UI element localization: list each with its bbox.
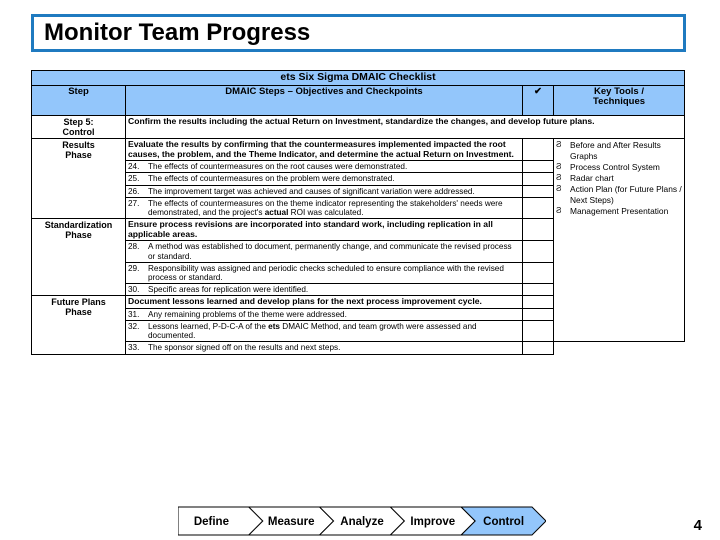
list-item: Ϩ Process Control System <box>556 162 682 173</box>
key-tools-list: Ϩ Before and After Results Graphs Ϩ Proces… <box>556 140 682 218</box>
page-title: Monitor Team Progress <box>44 19 311 46</box>
key-tools-header-line2: Techniques <box>592 96 646 108</box>
checkpoint-29: 29. Responsibility was assigned and perio… <box>125 261 523 285</box>
table-caption: ets Six Sigma DMAIC Checklist <box>30 70 686 86</box>
step-objective: Confirm the results including the actual… <box>124 114 686 139</box>
dmaic-chevron-label: Improve <box>410 516 455 528</box>
key-tool-label: Management Presentation <box>570 206 669 217</box>
page-title-box: Monitor Team Progress <box>31 14 686 52</box>
dmaic-chevron-label: Control <box>483 516 524 528</box>
checkbox-cell[interactable] <box>522 137 554 162</box>
dmaic-checklist-table: ets Six Sigma DMAIC Checklist Step DMAIC… <box>30 70 686 355</box>
checkpoint-text: Specific areas for replication were iden… <box>148 285 309 295</box>
list-item: Ϩ Radar chart <box>556 173 682 184</box>
dmaic-chevron-label: Analyze <box>340 516 383 528</box>
list-item: Ϩ Before and After Results Graphs <box>556 140 682 162</box>
phase-label-line1: Standardization <box>44 220 113 231</box>
checkpoint-text: The effects of countermeasures on the ro… <box>148 162 408 172</box>
emphasis: ets <box>268 322 280 332</box>
key-tool-label: Process Control System <box>570 162 660 173</box>
step-label-line1: Step 5: <box>63 116 94 127</box>
phase-label-line2: Phase <box>65 307 92 318</box>
checkpoint-26: 26. The improvement target was achieved a… <box>125 184 523 198</box>
checkpoint-28: 28. A method was established to document,… <box>125 240 523 263</box>
checkpoint-number: 27. <box>128 198 140 208</box>
checkpoint-number: 26. <box>128 186 140 196</box>
checkbox-cell[interactable] <box>522 160 554 174</box>
phase-label-future-plans: Future Plans Phase <box>31 295 126 355</box>
bullet-icon: Ϩ <box>556 184 562 194</box>
checkpoint-25: 25. The effects of countermeasures on the… <box>125 172 523 186</box>
checkpoint-number: 24. <box>128 162 140 172</box>
list-item: Ϩ Action Plan (for Future Plans / Next St… <box>556 184 682 206</box>
dmaic-phase-strip: Define Measure Analyze Improve Control <box>178 505 546 537</box>
checkpoint-text: The sponsor signed off on the results an… <box>148 343 341 353</box>
checkbox-cell[interactable] <box>522 341 554 355</box>
page-number: 4 <box>693 517 702 534</box>
dmaic-chevron-label: Measure <box>268 516 315 528</box>
checkbox-cell[interactable] <box>522 184 554 198</box>
checkpoint-30: 30. Specific areas for replication were i… <box>125 283 523 297</box>
phase-label-results: Results Phase <box>31 137 126 220</box>
checkbox-cell[interactable] <box>522 196 554 220</box>
key-tool-label: Action Plan (for Future Plans / Next Ste… <box>570 184 682 206</box>
phase-objective-results: Evaluate the results by confirming that … <box>125 137 523 162</box>
step-header-row: Step 5: Control Confirm the results incl… <box>31 114 686 139</box>
checkpoint-number: 28. <box>128 242 140 252</box>
checkpoint-24: 24. The effects of countermeasures on the… <box>125 160 523 174</box>
table-caption-row: ets Six Sigma DMAIC Checklist <box>30 70 686 86</box>
checkbox-cell[interactable] <box>522 283 554 297</box>
checkpoint-number: 25. <box>128 174 140 184</box>
checkpoint-text: A method was established to document, pe… <box>148 242 512 261</box>
emphasis: actual <box>264 207 289 217</box>
checkpoint-text: The effects of countermeasures on the pr… <box>148 174 395 184</box>
table-row: 33. The sponsor signed off on the results… <box>32 341 685 355</box>
step-label-line2: Control <box>62 126 95 137</box>
checkbox-cell[interactable] <box>522 172 554 186</box>
checkbox-cell[interactable] <box>522 295 554 309</box>
bullet-icon: Ϩ <box>556 139 562 149</box>
checkbox-cell[interactable] <box>522 320 554 343</box>
phase-objective-standardization: Ensure process revisions are incorporate… <box>125 218 523 242</box>
checkpoint-27: 27. The effects of countermeasures on the… <box>125 196 523 220</box>
phase-label-line1: Results <box>62 139 95 150</box>
key-tools-cell: Ϩ Before and After Results Graphs Ϩ Proces… <box>552 137 686 343</box>
checkpoint-text: The effects of countermeasures on the th… <box>148 198 503 217</box>
checkpoint-33: 33. The sponsor signed off on the results… <box>125 341 523 355</box>
column-header-check: ✔ <box>522 84 554 116</box>
checkpoint-text: The improvement target was achieved and … <box>148 186 475 196</box>
key-tool-label: Before and After Results Graphs <box>570 139 661 161</box>
phase-objective-row-results: Results Phase Evaluate the results by co… <box>31 137 686 343</box>
phase-objective-future-plans: Document lessons learned and develop pla… <box>125 295 523 309</box>
phase-label-line2: Phase <box>65 149 92 160</box>
checkpoint-number: 30. <box>128 285 140 295</box>
checkpoint-32: 32. Lessons learned, P-D-C-A of the ets D… <box>125 320 523 343</box>
checkbox-cell[interactable] <box>522 240 554 263</box>
column-header-key-tools: Key Tools / Techniques <box>552 84 686 116</box>
dmaic-chevron-label: Define <box>194 516 229 528</box>
bullet-icon: Ϩ <box>556 173 562 183</box>
column-header-objectives: DMAIC Steps – Objectives and Checkpoints <box>125 84 523 116</box>
phase-label-standardization: Standardization Phase <box>31 218 126 297</box>
column-header-step: Step <box>31 84 126 116</box>
checkpoint-number: 33. <box>128 343 140 353</box>
checkbox-cell[interactable] <box>522 218 554 242</box>
checkpoint-31: 31. Any remaining problems of the theme w… <box>125 307 523 322</box>
bullet-icon: Ϩ <box>556 206 562 216</box>
checkpoint-number: 31. <box>128 309 140 319</box>
phase-label-line1: Future Plans <box>51 297 106 308</box>
checkpoint-number: 32. <box>128 322 140 332</box>
checkpoint-text: Lessons learned, P-D-C-A of the ets DMAI… <box>148 322 477 341</box>
step-label-cell: Step 5: Control <box>31 114 126 139</box>
table-header-row: Step DMAIC Steps – Objectives and Checkp… <box>31 84 686 116</box>
bullet-icon: Ϩ <box>556 162 562 172</box>
phase-label-line2: Phase <box>65 230 92 241</box>
checkpoint-text: Responsibility was assigned and periodic… <box>148 263 504 282</box>
checkbox-cell[interactable] <box>522 261 554 285</box>
list-item: Ϩ Management Presentation <box>556 206 682 217</box>
checkpoint-number: 29. <box>128 263 140 273</box>
checkpoint-text: Any remaining problems of the theme were… <box>148 309 347 319</box>
key-tool-label: Radar chart <box>570 173 614 184</box>
checkbox-cell[interactable] <box>522 307 554 322</box>
